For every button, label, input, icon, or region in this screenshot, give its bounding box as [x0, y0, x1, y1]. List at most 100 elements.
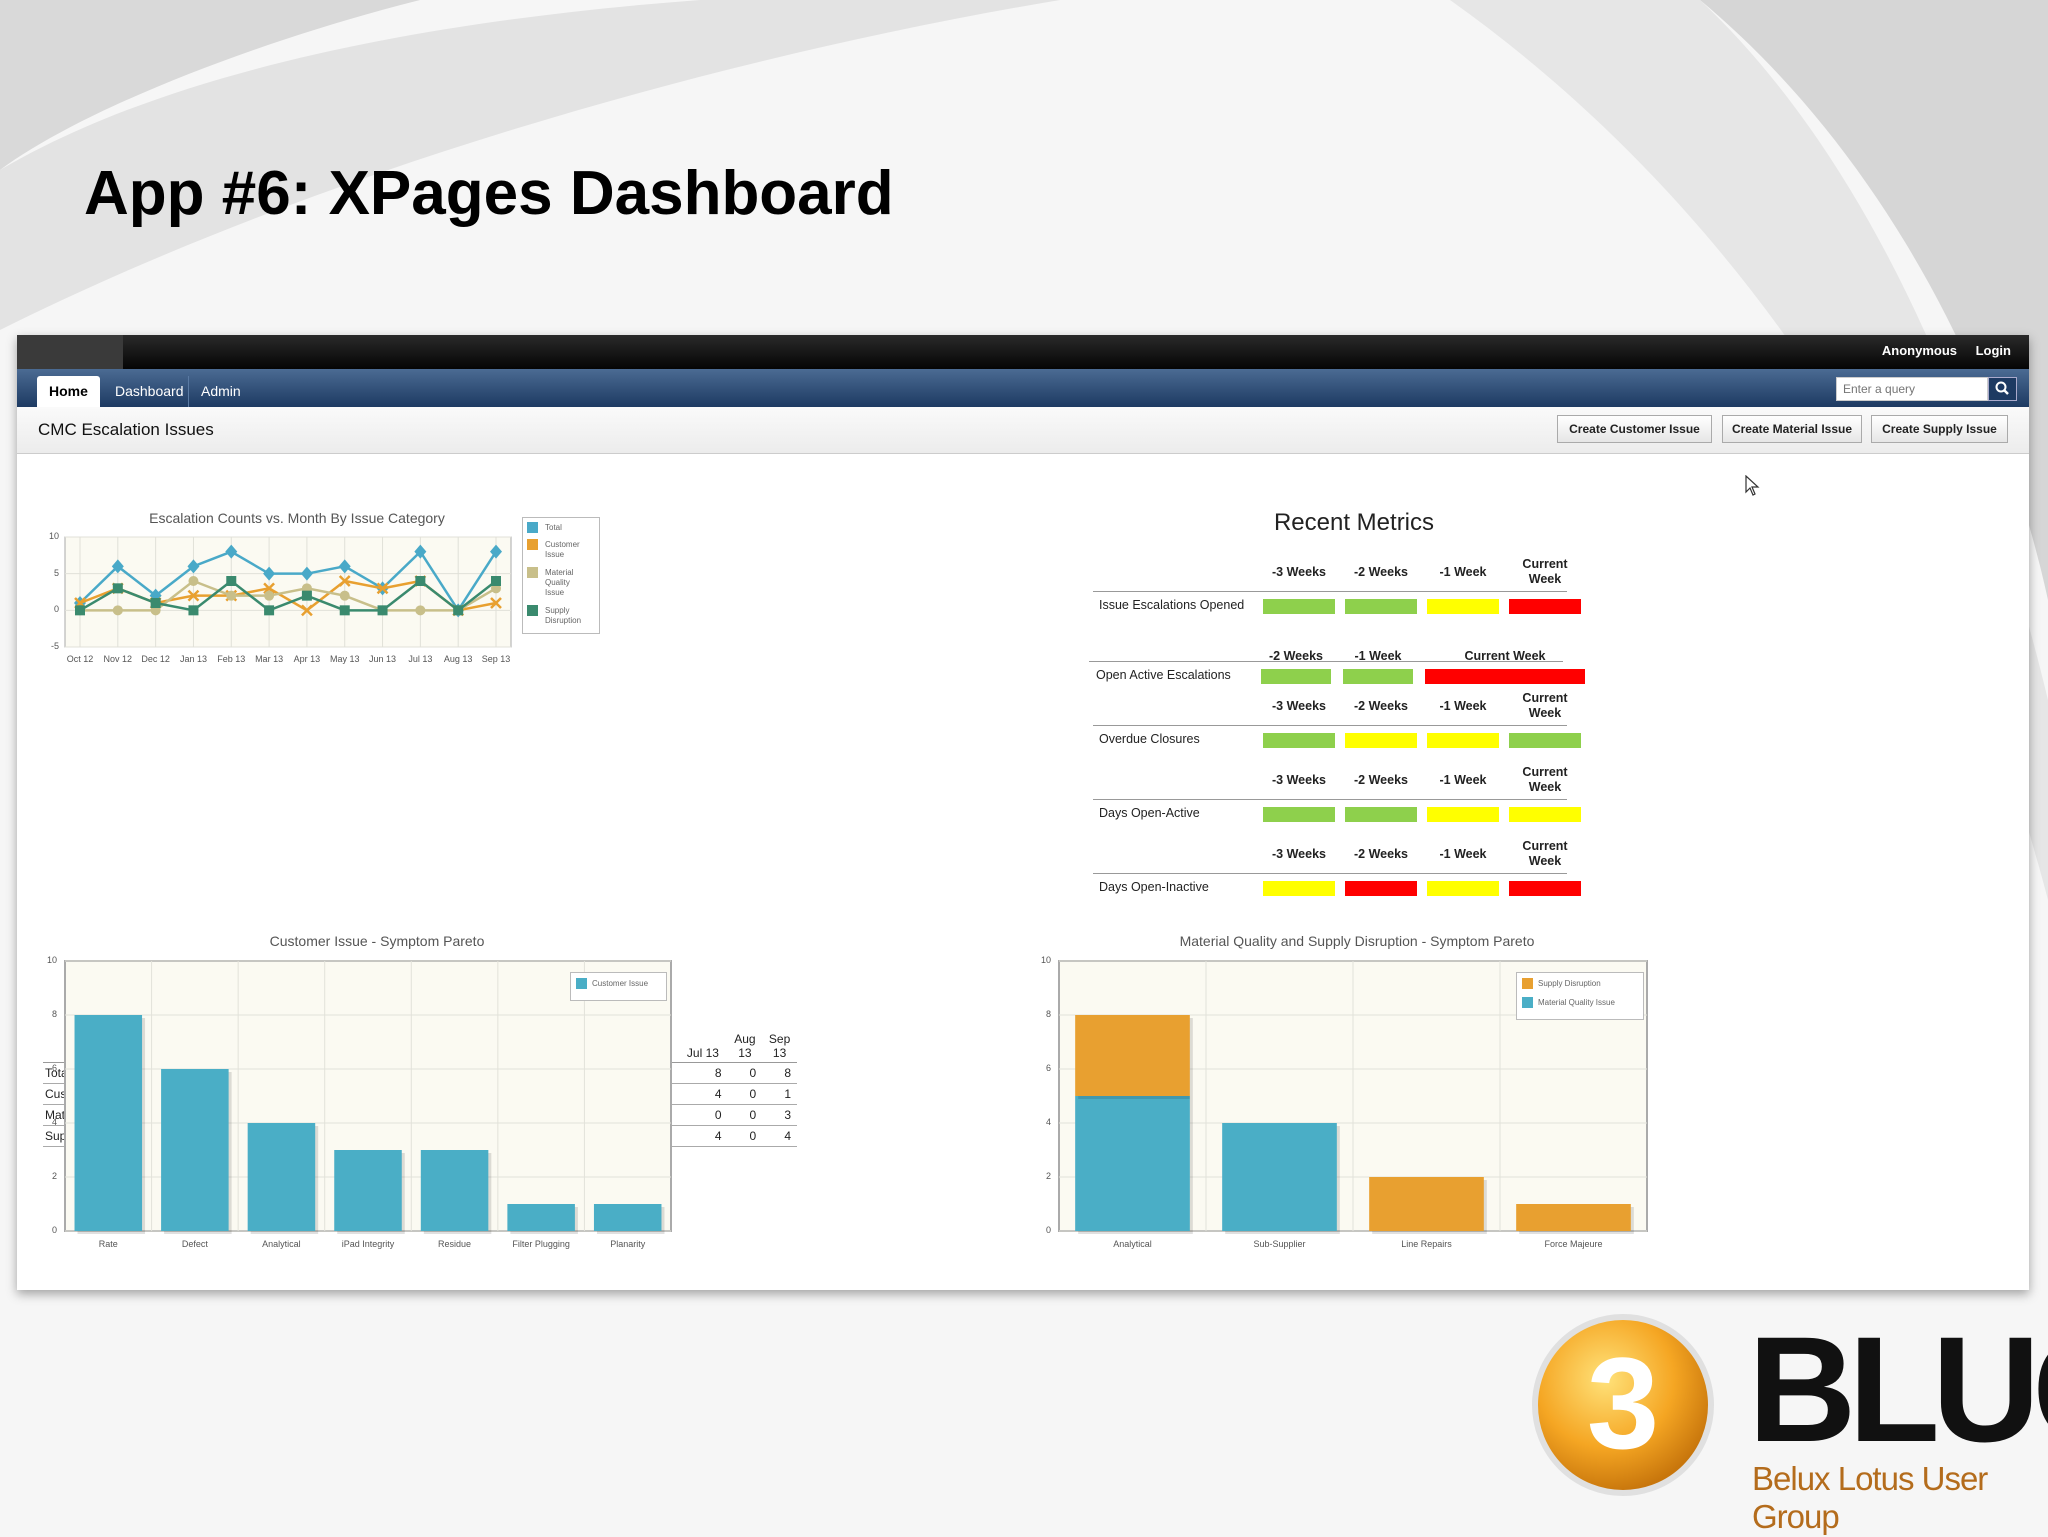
metric-status-bar: [1509, 807, 1581, 822]
metric-column-header: -3 Weeks: [1272, 565, 1326, 579]
line-chart-legend-label: Customer: [545, 540, 580, 549]
table-header-text: 13: [738, 1046, 752, 1060]
top-bar: Anonymous Login: [17, 335, 2029, 369]
bar-chart-x-tick: Sub-Supplier: [1253, 1239, 1306, 1249]
line-chart-legend-swatch: [527, 539, 538, 550]
table-cell: 3: [762, 1104, 797, 1126]
line-chart-point: [377, 605, 388, 616]
line-chart-point: [301, 590, 312, 601]
bar-chart-y-tick: 10: [1040, 955, 1051, 965]
metric-status-bar: [1263, 807, 1335, 822]
table-header-text: 13: [772, 1046, 787, 1060]
bar-chart-legend-label: Customer Issue: [592, 979, 649, 988]
metric-column-header: Current Week: [1522, 691, 1568, 720]
bar-chart-y-tick: 4: [1045, 1117, 1051, 1127]
search-input[interactable]: [1836, 377, 1988, 401]
tab-dashboard[interactable]: Dashboard: [103, 376, 196, 407]
metric-divider: [1093, 873, 1567, 874]
bar-chart-y-tick: 4: [51, 1117, 57, 1127]
metric-row-label: Issue Escalations Opened: [1099, 598, 1245, 612]
metric-column-header: -1 Week: [1439, 847, 1487, 861]
metric-column-header: -2 Weeks: [1354, 699, 1408, 713]
metric-status-bar: [1343, 669, 1413, 684]
blug-logo-text: BLUG: [1748, 1305, 2048, 1473]
bar-chart-y-tick: 6: [1045, 1063, 1051, 1073]
line-chart-x-tick: Oct 12: [66, 654, 94, 664]
mouse-cursor-icon: [1745, 475, 1760, 496]
line-chart-legend-swatch: [527, 522, 538, 533]
metric-status-bar: [1427, 807, 1499, 822]
table-header: Aug 13: [727, 1030, 763, 1063]
line-chart-x-tick: Dec 12: [141, 654, 170, 664]
line-chart-point: [415, 576, 426, 586]
line-chart-x-tick: Nov 12: [103, 654, 133, 664]
bar-chart-legend-swatch: [1522, 978, 1533, 989]
line-chart-x-tick: Jan 13: [179, 654, 207, 664]
line-chart-x-tick: Feb 13: [217, 654, 246, 664]
bar-chart-y-tick: 8: [1045, 1009, 1051, 1019]
line-chart-legend-label: Total: [545, 523, 562, 532]
line-chart-legend-label: Issue: [545, 550, 565, 559]
create-material-issue-button[interactable]: Create Material Issue: [1722, 415, 1862, 443]
metric-row-label: Open Active Escalations: [1096, 668, 1231, 682]
metric-column-header: -3 Weeks: [1272, 773, 1326, 787]
line-chart-point: [188, 576, 199, 586]
table-header-text: Aug: [734, 1032, 756, 1046]
search-button[interactable]: [1988, 377, 2017, 401]
metric-status-bar: [1345, 807, 1417, 822]
metric-column-header: Current Week: [1522, 839, 1568, 868]
line-chart-x-tick: Mar 13: [255, 654, 284, 664]
line-chart-point: [339, 590, 350, 601]
metric-divider: [1093, 799, 1567, 800]
bar-chart-x-tick: Analytical: [262, 1239, 301, 1249]
line-chart-point: [415, 605, 426, 616]
line-chart-y-tick: 0: [53, 604, 59, 615]
metric-status-bar: [1427, 599, 1499, 614]
metric-divider: [1093, 725, 1567, 726]
bar: [1516, 1204, 1631, 1231]
create-supply-issue-button[interactable]: Create Supply Issue: [1871, 415, 2008, 443]
line-chart-point: [491, 576, 501, 586]
metric-column-header: Current Week: [1522, 765, 1568, 794]
bar-chart-y-tick: 6: [51, 1063, 57, 1073]
bar-chart-x-tick: Filter Plugging: [512, 1239, 570, 1249]
tab-admin[interactable]: Admin: [188, 376, 253, 407]
metric-status-bar: [1263, 599, 1335, 614]
line-chart-x-tick: Jul 13: [408, 654, 433, 664]
table-cell: 0: [727, 1104, 763, 1126]
line-chart-point: [75, 605, 85, 616]
bar-chart-y-tick: 2: [1045, 1171, 1051, 1181]
tab-home[interactable]: Home: [37, 376, 100, 407]
line-chart-legend-label: Disruption: [545, 616, 582, 625]
table-cell: 8: [762, 1062, 797, 1084]
bar-chart-x-tick: Line Repairs: [1401, 1239, 1452, 1249]
table-header-text: Sep: [768, 1032, 791, 1046]
bar: [74, 1015, 143, 1231]
bar-chart-x-tick: Residue: [438, 1239, 472, 1249]
metric-status-bar: [1427, 881, 1499, 896]
metric-row-label: Days Open-Active: [1099, 806, 1200, 820]
user-name: Anonymous: [1881, 343, 1957, 358]
metric-column-header: -3 Weeks: [1272, 847, 1326, 861]
svg-text:3: 3: [1587, 1330, 1659, 1476]
table-cell: 8: [678, 1062, 728, 1084]
metric-divider: [1089, 661, 1563, 662]
login-link[interactable]: Login: [1976, 343, 2011, 358]
metric-divider: [1093, 591, 1567, 592]
slide-title: App #6: XPages Dashboard: [84, 159, 894, 228]
line-chart-y-tick: 10: [48, 531, 59, 541]
metric-status-bar: [1509, 733, 1581, 748]
line-chart-legend-label: Supply: [545, 606, 570, 615]
table-cell: 1: [762, 1083, 797, 1105]
page-title: CMC Escalation Issues: [38, 420, 214, 439]
create-customer-issue-button[interactable]: Create Customer Issue: [1557, 415, 1712, 443]
metric-status-bar: [1509, 881, 1581, 896]
bar-chart-y-tick: 0: [1045, 1225, 1051, 1235]
metric-status-bar: [1263, 881, 1335, 896]
app-screenshot: Anonymous Login Home Dashboard Admin CMC…: [17, 335, 2029, 1290]
recent-metrics-title: Recent Metrics: [1273, 509, 1435, 536]
line-chart-point: [226, 590, 237, 601]
line-chart-x-tick: Apr 13: [293, 654, 321, 664]
table-cell: 4: [678, 1125, 728, 1147]
line-chart-x-tick: May 13: [329, 654, 360, 664]
